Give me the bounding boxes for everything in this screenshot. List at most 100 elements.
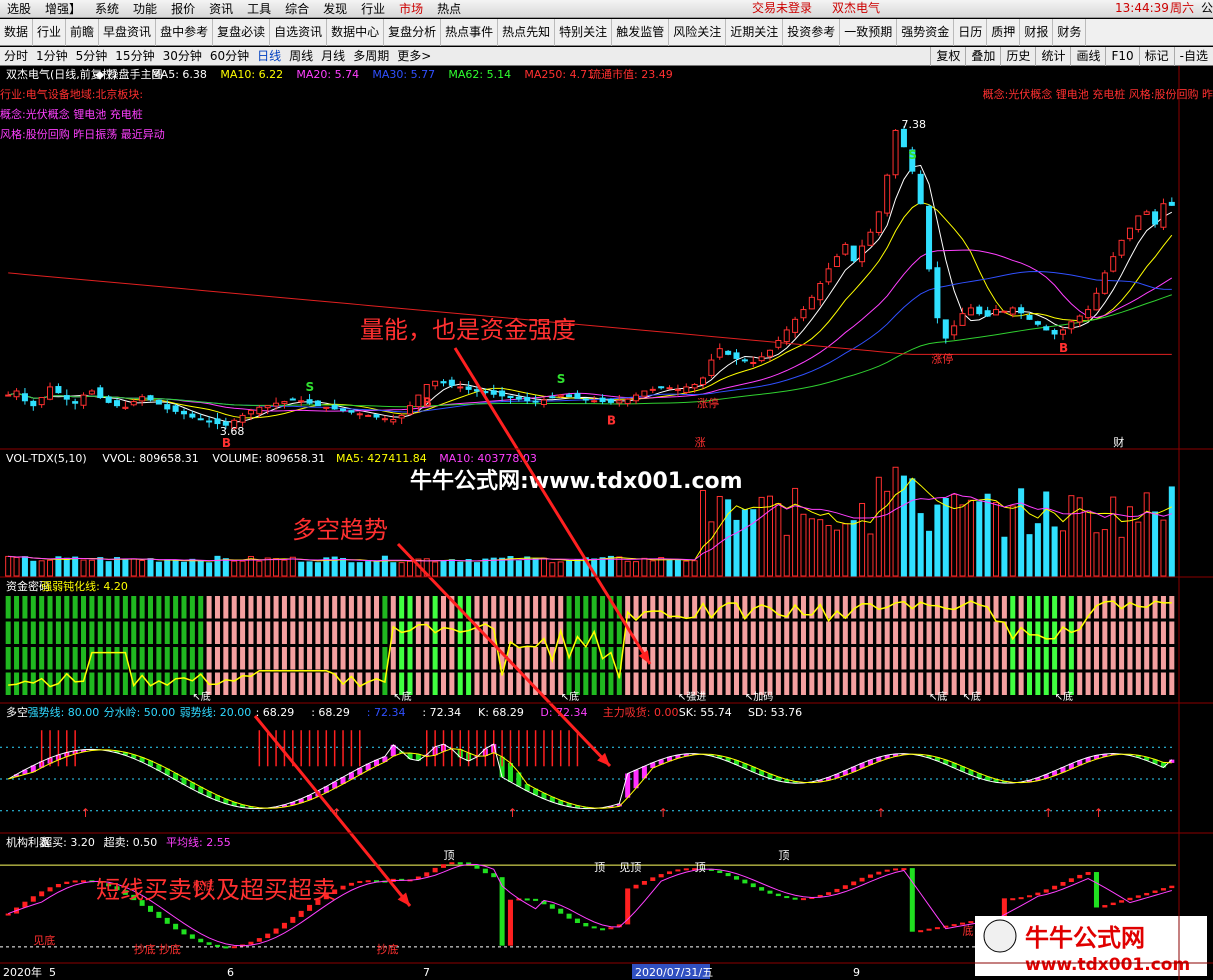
toolbar-button[interactable]: 热点事件 — [441, 19, 499, 46]
volume-bar — [666, 560, 673, 577]
toolbar-button[interactable]: 强势资金 — [897, 19, 955, 46]
period-tab[interactable]: 30分钟 — [159, 47, 206, 66]
period-tab[interactable]: 分时 — [0, 47, 32, 66]
inst-bar — [834, 888, 840, 893]
tool-button[interactable]: -自选 — [1173, 47, 1213, 66]
toolbar-button[interactable]: 风险关注 — [669, 19, 727, 46]
money-cell — [1110, 672, 1116, 695]
money-cell — [641, 596, 647, 619]
toolbar-button[interactable]: 自选资讯 — [270, 19, 328, 46]
period-tab[interactable]: 月线 — [317, 47, 349, 66]
money-cell — [1160, 647, 1166, 670]
period-tab[interactable]: 多周期 — [349, 47, 393, 66]
toolbar-button[interactable]: 前瞻 — [66, 19, 100, 46]
tool-button[interactable]: 画线 — [1070, 47, 1105, 66]
inst-bar — [591, 926, 597, 929]
period-tab[interactable]: 更多> — [393, 47, 435, 66]
money-cell — [608, 672, 614, 695]
period-tab[interactable]: 15分钟 — [111, 47, 158, 66]
menu-item[interactable]: 行业 — [354, 0, 392, 17]
money-cell — [415, 672, 421, 695]
buy-marker: B — [1059, 341, 1068, 355]
high-label: 7.38 — [902, 118, 927, 131]
menu-item[interactable]: 发现 — [316, 0, 354, 17]
menu-item[interactable]: 报价 — [164, 0, 202, 17]
menu-item[interactable]: 热点 — [430, 0, 468, 17]
toolbar-button[interactable]: 早盘资讯 — [99, 19, 157, 46]
menu-item[interactable]: 工具 — [240, 0, 278, 17]
candle-body — [432, 380, 439, 387]
money-cell — [1035, 596, 1041, 619]
inst-bar — [574, 918, 580, 924]
volume-bar — [959, 504, 966, 577]
toolbar-button[interactable]: 盘中参考 — [156, 19, 214, 46]
money-cell — [1093, 672, 1099, 695]
toolbar-button[interactable]: 质押 — [987, 19, 1021, 46]
period-tab[interactable]: 周线 — [285, 47, 317, 66]
tool-button[interactable]: 标记 — [1138, 47, 1174, 66]
money-cell — [842, 621, 848, 644]
toolbar-button[interactable]: 投资参考 — [783, 19, 841, 46]
menu-item[interactable]: 系统 — [88, 0, 126, 17]
money-cell — [1119, 647, 1125, 670]
money-cell — [47, 672, 53, 695]
toolbar-button[interactable]: 触发监管 — [612, 19, 670, 46]
tool-button[interactable]: 历史 — [1000, 47, 1035, 66]
candle-body — [323, 406, 330, 409]
inst-bar — [198, 938, 204, 943]
toolbar-button[interactable]: 复盘必读 — [213, 19, 271, 46]
period-tab[interactable]: 5分钟 — [72, 47, 112, 66]
menu-item[interactable]: 选股 — [0, 0, 38, 17]
money-cell — [1144, 672, 1150, 695]
period-tab[interactable]: 60分钟 — [206, 47, 253, 66]
candle-body — [524, 397, 531, 402]
tool-button[interactable]: 统计 — [1035, 47, 1070, 66]
toolbar-button[interactable]: 财报 — [1020, 19, 1054, 46]
menu-item[interactable]: 市场 — [392, 0, 430, 17]
inst-bar — [1077, 874, 1083, 879]
toolbar-button[interactable]: 热点先知 — [498, 19, 556, 46]
chart-canvas[interactable]: 双杰电气(日线,前复权)◆ 操盘手主图MA5: 6.38 MA10: 6.22 MA… — [0, 66, 1213, 980]
money-cell — [1077, 672, 1083, 695]
toolbar-button[interactable]: 数据中心 — [327, 19, 385, 46]
tool-button[interactable]: F10 — [1105, 47, 1138, 66]
menu-item[interactable]: 功能 — [126, 0, 164, 17]
info-right: 概念:光伏概念 锂电池 充电桩 风格:股份回购 昨 — [983, 87, 1213, 101]
menu-item[interactable]: 资讯 — [202, 0, 240, 17]
candle-body — [97, 387, 104, 399]
menu-item[interactable]: 增强】 — [38, 0, 88, 17]
money-cell — [1001, 672, 1007, 695]
menu-item[interactable]: 综合 — [278, 0, 316, 17]
toolbar-button[interactable]: 特别关注 — [555, 19, 613, 46]
candle-body — [1059, 329, 1066, 335]
candle-body — [557, 394, 564, 397]
period-tab[interactable]: 日线 — [253, 47, 285, 66]
inst-bar — [173, 923, 179, 930]
money-cell — [357, 647, 363, 670]
toolbar-button[interactable]: 日历 — [954, 19, 988, 46]
period-tab[interactable]: 1分钟 — [32, 47, 72, 66]
tool-button[interactable]: 复权 — [930, 47, 965, 66]
money-cell — [524, 596, 530, 619]
inst-bar — [583, 923, 589, 927]
toolbar-button[interactable]: 财务 — [1053, 19, 1087, 46]
sell-marker: S — [557, 372, 566, 386]
toolbar-button[interactable]: 行业 — [33, 19, 67, 46]
money-cell — [122, 672, 128, 695]
toolbar-button[interactable]: 近期关注 — [726, 19, 784, 46]
inst-bar — [641, 880, 647, 885]
money-cell — [658, 672, 664, 695]
date-label: 2020/07/31/五 — [635, 966, 713, 979]
toolbar-button[interactable]: 数据 — [0, 19, 34, 46]
money-cell — [1119, 672, 1125, 695]
money-cell — [1110, 647, 1116, 670]
inst-bar — [767, 890, 773, 894]
money-cell — [524, 621, 530, 644]
inst-bar — [683, 868, 689, 871]
volume-bar — [993, 502, 1000, 577]
tool-button[interactable]: 叠加 — [965, 47, 1000, 66]
money-cell — [516, 672, 522, 695]
money-cell — [332, 647, 338, 670]
toolbar-button[interactable]: 一致预期 — [840, 19, 898, 46]
toolbar-button[interactable]: 复盘分析 — [384, 19, 442, 46]
